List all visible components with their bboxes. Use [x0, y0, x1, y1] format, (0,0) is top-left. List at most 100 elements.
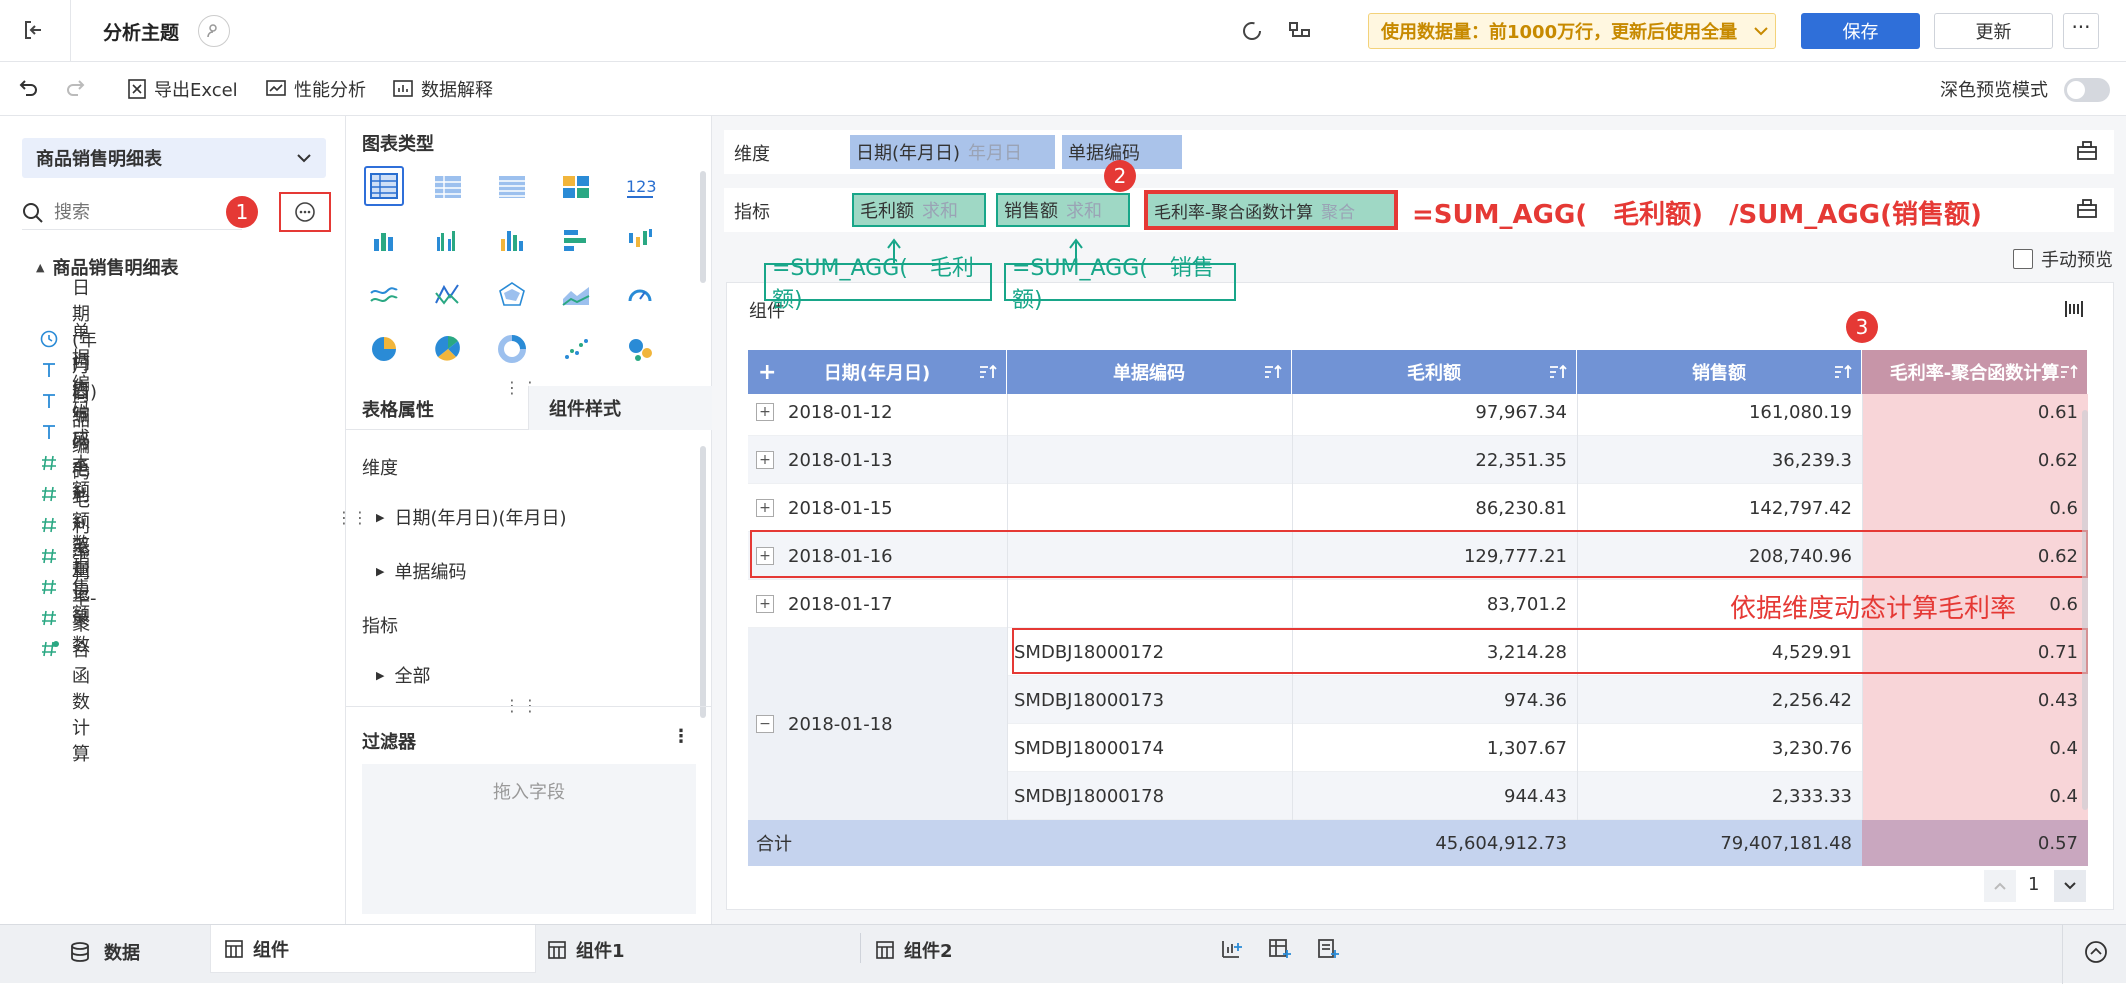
- pie-chart-icon[interactable]: [364, 328, 404, 368]
- line-chart-icon[interactable]: [364, 274, 404, 314]
- date-value: 2018-01-15: [788, 497, 893, 519]
- exit-icon[interactable]: [22, 19, 44, 41]
- ring-chart-icon[interactable]: [492, 328, 532, 368]
- text-icon: [40, 392, 58, 410]
- code-cell: SMDBJ18000173: [1014, 689, 1165, 711]
- filter-title: 过滤器: [362, 732, 416, 753]
- props-scrollbar[interactable]: [700, 446, 706, 718]
- collapse-icon[interactable]: −: [756, 715, 774, 733]
- sort-icon[interactable]: [1548, 363, 1568, 381]
- field-more-button[interactable]: [279, 192, 331, 232]
- number-icon: [40, 609, 58, 627]
- waterfall-icon[interactable]: [620, 220, 660, 260]
- search-input[interactable]: [54, 202, 204, 223]
- dashboard-chart-icon[interactable]: [556, 166, 596, 206]
- shelf-settings-icon[interactable]: [2076, 198, 2098, 220]
- expand-icon[interactable]: +: [756, 595, 774, 613]
- export-excel-button[interactable]: 导出Excel: [128, 76, 238, 102]
- manual-preview[interactable]: 手动预览: [2013, 246, 2113, 272]
- scatter-chart-icon[interactable]: [556, 328, 596, 368]
- kpi-number-icon[interactable]: 123: [620, 166, 660, 206]
- collaborator-icon[interactable]: [198, 15, 230, 47]
- undo-icon[interactable]: [18, 78, 40, 98]
- detail-table-icon[interactable]: [492, 166, 532, 206]
- save-button[interactable]: 保存: [1801, 13, 1920, 49]
- data-tab[interactable]: 数据: [70, 939, 140, 965]
- row-date-cell: +2018-01-12: [756, 388, 1006, 436]
- area-chart-icon[interactable]: [556, 274, 596, 314]
- tab-table-props[interactable]: 表格属性: [362, 396, 434, 422]
- horizontal-bar-icon[interactable]: [556, 220, 596, 260]
- table-icon: [225, 939, 243, 958]
- row-date-cell: +2018-01-15: [756, 484, 1006, 532]
- update-button[interactable]: 更新: [1934, 13, 2053, 49]
- grouped-bar-icon[interactable]: [428, 220, 468, 260]
- dark-preview-toggle[interactable]: [2064, 78, 2110, 102]
- expand-icon[interactable]: +: [756, 451, 774, 469]
- next-page-button[interactable]: [2054, 870, 2086, 902]
- tab-component1[interactable]: 组件1: [548, 937, 625, 963]
- add-table-icon[interactable]: [1268, 938, 1292, 960]
- header-label: 毛利额: [1407, 363, 1461, 384]
- expand-all-icon[interactable]: +: [758, 360, 776, 385]
- metric-item[interactable]: ▶ 全部: [376, 662, 430, 688]
- column-settings-icon[interactable]: [2063, 299, 2085, 319]
- stacked-bar-icon[interactable]: [364, 220, 404, 260]
- table-scrollbar[interactable]: [2082, 410, 2088, 810]
- shelf-settings-icon[interactable]: [2076, 140, 2098, 162]
- expand-icon[interactable]: +: [756, 403, 774, 421]
- page-number: 1: [2028, 874, 2040, 895]
- panel-resize-handle[interactable]: ⋮⋮: [336, 508, 368, 527]
- search-box[interactable]: [22, 196, 242, 230]
- metric-pill-rate[interactable]: 毛利率-聚合函数计算 聚合: [1144, 190, 1398, 230]
- data-explain-button[interactable]: 数据解释: [393, 76, 493, 102]
- filter-more-icon[interactable]: ⋮: [672, 726, 690, 747]
- tree-root[interactable]: ▲ 商品销售明细表: [36, 254, 178, 280]
- performance-analysis-button[interactable]: 性能分析: [266, 76, 366, 102]
- prev-page-button[interactable]: [1984, 870, 2016, 902]
- add-report-icon[interactable]: [1316, 938, 1340, 960]
- metric-pill-profit[interactable]: 毛利额 求和: [852, 193, 986, 227]
- sort-icon[interactable]: [1833, 363, 1853, 381]
- dim-item[interactable]: ▶ 日期(年月日)(年月日): [376, 504, 567, 530]
- sort-icon[interactable]: [1263, 363, 1283, 381]
- chart-type-scrollbar[interactable]: [700, 171, 706, 283]
- table-chart-icon[interactable]: [364, 166, 404, 206]
- tab-component[interactable]: 组件: [210, 925, 536, 973]
- sort-icon[interactable]: [2059, 363, 2079, 381]
- tab-component2[interactable]: 组件2: [876, 937, 953, 963]
- data-volume-select[interactable]: 使用数据量：前1000万行，更新后使用全量: [1368, 13, 1776, 49]
- more-icon[interactable]: ···: [2063, 13, 2099, 49]
- dataset-select[interactable]: 商品销售明细表: [22, 138, 326, 178]
- add-chart-icon[interactable]: [1220, 938, 1244, 960]
- metric-pill-sales[interactable]: 销售额 求和: [996, 193, 1130, 227]
- dim-item[interactable]: ▶ 单据编码: [376, 558, 466, 584]
- group-date-cell: −2018-01-18: [756, 700, 1006, 748]
- redo-icon[interactable]: [64, 78, 86, 98]
- gauge-icon[interactable]: [620, 274, 660, 314]
- svg-text:123: 123: [626, 177, 656, 196]
- rose-chart-icon[interactable]: [428, 328, 468, 368]
- manual-preview-checkbox[interactable]: [2013, 249, 2033, 269]
- radar-chart-icon[interactable]: [492, 274, 532, 314]
- search-icon: [22, 202, 44, 224]
- filter-drop-zone[interactable]: 拖入字段: [362, 764, 696, 914]
- bar-chart-icon[interactable]: [492, 220, 532, 260]
- tab-component-style[interactable]: 组件样式: [528, 386, 712, 430]
- collapse-up-icon[interactable]: [2084, 940, 2108, 964]
- dim-pill-date[interactable]: 日期(年月日) 年月日: [850, 135, 1055, 169]
- bubble-chart-icon[interactable]: [620, 328, 660, 368]
- cross-table-icon[interactable]: [428, 166, 468, 206]
- sort-icon[interactable]: [978, 363, 998, 381]
- data-tab-label: 数据: [104, 943, 140, 964]
- field-item[interactable]: 毛利率-聚合函数计算: [40, 536, 97, 765]
- multi-line-icon[interactable]: [428, 274, 468, 314]
- lineage-icon[interactable]: [1288, 20, 1312, 42]
- pill-hint: 求和: [922, 201, 958, 222]
- pill-name: 毛利率-聚合函数计算: [1154, 202, 1314, 223]
- refresh-icon[interactable]: [1240, 19, 1264, 43]
- formula-annotation-sales: =SUM_AGG( 销售额): [1004, 256, 1236, 313]
- database-icon: [70, 941, 90, 963]
- top-header: 分析主题 使用数据量：前1000万行，更新后使用全量 保存 更新 ···: [0, 0, 2126, 62]
- expand-icon[interactable]: +: [756, 499, 774, 517]
